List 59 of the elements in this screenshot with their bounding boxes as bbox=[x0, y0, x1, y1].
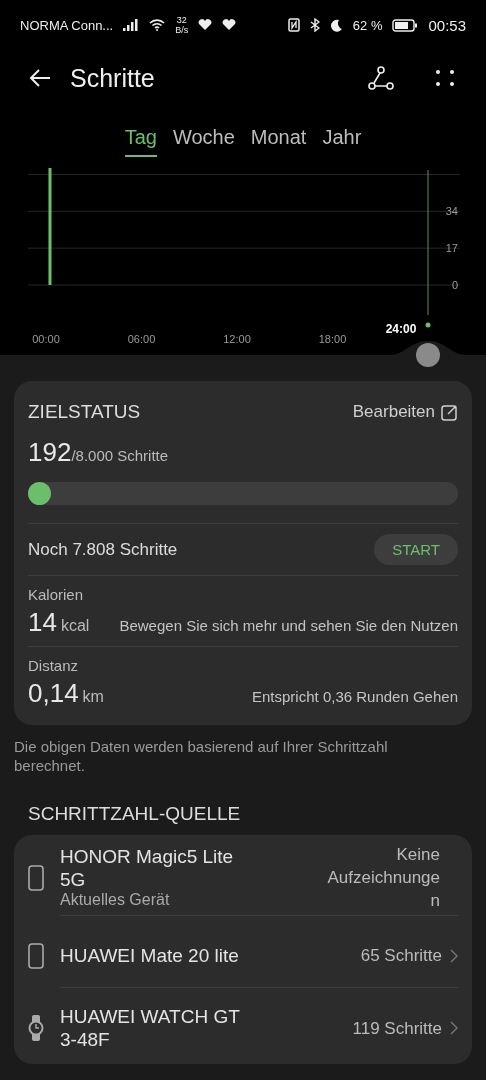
source-row[interactable]: HUAWEI WATCH GT 3-48F 119 Schritte bbox=[60, 996, 458, 1060]
heart-icon bbox=[222, 19, 237, 31]
start-button[interactable]: START bbox=[374, 534, 458, 565]
step-source-value: 65 Schritte bbox=[359, 945, 442, 967]
metric-value: 0,14 bbox=[28, 678, 79, 709]
device-name: HUAWEI WATCH GT 3-48F bbox=[60, 1005, 241, 1051]
metric-label: Distanz bbox=[28, 657, 80, 674]
step-source-value: 119 Schritte bbox=[351, 1017, 442, 1040]
axis-tick: 18:00 bbox=[318, 333, 347, 345]
footnote: Die obigen Daten werden basierend auf Ihrer Schrittzahl berechnet. bbox=[13, 737, 389, 775]
page-title: Schritte bbox=[70, 63, 156, 93]
phone-icon bbox=[28, 864, 44, 891]
period-tab[interactable]: Tag bbox=[124, 126, 157, 157]
metric-unit: km bbox=[82, 688, 104, 706]
device-name: HONOR Magic5 Lite 5G bbox=[60, 845, 235, 891]
clock-time: 00:53 bbox=[428, 16, 466, 34]
watch-icon bbox=[28, 1015, 44, 1041]
wifi-icon bbox=[149, 19, 166, 31]
metric-label: Kalorien bbox=[28, 586, 85, 603]
battery-percent: 62 % bbox=[352, 17, 383, 33]
metric-note: Bewegen Sie sich mehr und sehen Sie den Nutzen bbox=[119, 617, 458, 634]
metric-note: Entspricht 0,36 Runden Gehen bbox=[252, 688, 458, 705]
step-source-value: Keine Aufzeichnunge n bbox=[326, 843, 441, 912]
source-row[interactable]: HONOR Magic5 Lite 5G Aktuelles Gerät Keine Aufzeichnunge n bbox=[60, 839, 458, 916]
moon-icon bbox=[329, 18, 343, 32]
speed-unit: B/s bbox=[175, 25, 189, 35]
section-title: ZIELSTATUS bbox=[28, 401, 141, 423]
speed-value: 32 bbox=[176, 15, 187, 25]
carrier-name: NORMA Conn... bbox=[20, 17, 114, 33]
cursor-label: 24:00 bbox=[385, 322, 417, 336]
share-button[interactable] bbox=[368, 66, 394, 90]
axis-tick: 12:00 bbox=[223, 333, 251, 345]
axis-tick: 0 bbox=[451, 279, 458, 291]
phone-icon bbox=[28, 943, 44, 969]
bluetooth-icon bbox=[309, 18, 320, 32]
axis-tick: 00:00 bbox=[32, 333, 60, 345]
metric-value: 14 bbox=[28, 607, 57, 638]
device-name: HUAWEI Mate 20 lite bbox=[60, 944, 240, 967]
source-row[interactable]: HUAWEI Mate 20 lite 65 Schritte bbox=[60, 924, 458, 988]
axis-tick: 34 bbox=[445, 205, 458, 218]
edit-link[interactable]: Bearbeiten bbox=[352, 402, 458, 422]
step-goal: /8.000 Schritte bbox=[71, 447, 169, 464]
cursor-dot bbox=[425, 322, 431, 328]
edit-icon bbox=[441, 403, 458, 421]
period-tab[interactable]: Jahr bbox=[322, 126, 362, 157]
axis-tick: 06:00 bbox=[127, 333, 156, 345]
signal-icon bbox=[123, 19, 140, 31]
axis-tick: 17 bbox=[445, 242, 458, 255]
period-tab[interactable]: Monat bbox=[250, 126, 307, 157]
step-count: 192 bbox=[28, 437, 72, 468]
period-tab[interactable]: Woche bbox=[172, 126, 235, 157]
section-title: SCHRITTZAHL-QUELLE bbox=[27, 802, 242, 826]
heart-icon bbox=[198, 19, 213, 31]
remaining-steps: Noch 7.808 Schritte bbox=[28, 539, 178, 560]
back-button[interactable] bbox=[28, 68, 52, 88]
device-subtitle: Aktuelles Gerät bbox=[60, 891, 171, 909]
metric-unit: kcal bbox=[60, 617, 90, 635]
battery-icon bbox=[392, 18, 419, 32]
nfc-icon bbox=[287, 18, 300, 32]
